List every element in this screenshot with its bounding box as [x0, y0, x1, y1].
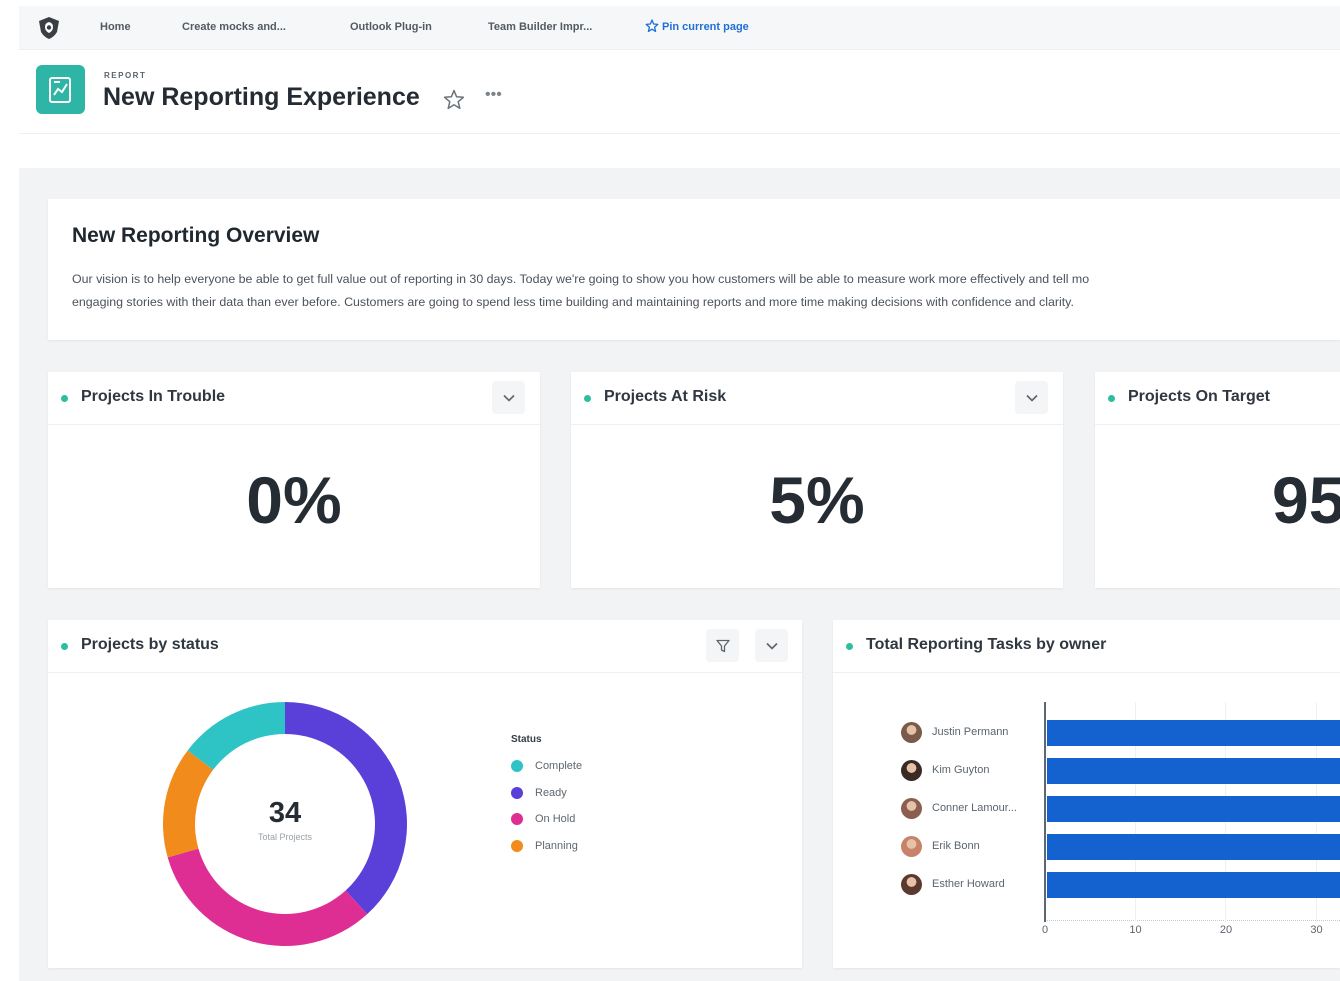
status-dot [846, 643, 853, 650]
app-logo-icon[interactable] [36, 15, 62, 41]
app-window: Home Create mocks and... Outlook Plug-in… [19, 6, 1340, 981]
pin-label: Pin current page [662, 21, 749, 33]
legend-swatch [511, 813, 523, 825]
legend-swatch [511, 839, 523, 852]
nav-tab-team-builder[interactable]: Team Builder Impr... [488, 6, 592, 49]
donut-slice-on-hold[interactable] [167, 848, 368, 946]
avatar [901, 874, 922, 895]
card-header: Projects At Risk [571, 372, 1063, 425]
legend-title: Status [511, 734, 542, 745]
card-header: Projects In Trouble [48, 372, 540, 425]
favorite-star-icon[interactable] [442, 88, 466, 112]
card-header: Projects On Target [1095, 372, 1340, 425]
overview-card: New Reporting Overview Our vision is to … [48, 199, 1340, 340]
card-header: Total Reporting Tasks by owner [833, 620, 1340, 673]
page-header: REPORT New Reporting Experience ••• [19, 50, 1340, 134]
dashboard-content: New Reporting Overview Our vision is to … [19, 168, 1340, 981]
owner-name: Justin Permann [932, 726, 1009, 738]
owner-row: Justin Permann [901, 722, 1051, 746]
bar[interactable] [1047, 796, 1340, 822]
pin-icon [645, 19, 659, 33]
status-dot [61, 395, 68, 402]
legend-item-complete[interactable]: Complete [511, 759, 582, 786]
kpi-value: 5% [769, 463, 865, 537]
status-dot [1108, 395, 1115, 402]
card-title: Projects In Trouble [81, 388, 226, 405]
overview-description: Our vision is to help everyone be able t… [72, 268, 1340, 314]
kpi-card-on-target: Projects On Target 95 [1095, 372, 1340, 588]
owner-row: Erik Bonn [901, 836, 1051, 860]
avatar [901, 722, 922, 743]
legend-label: Planning [535, 839, 578, 852]
owner-row: Esther Howard [901, 874, 1051, 898]
status-dot [61, 643, 68, 650]
owner-row: Conner Lamour... [901, 798, 1051, 822]
donut-slice-complete[interactable] [187, 702, 285, 770]
page-type-label: REPORT [104, 71, 147, 80]
kpi-value: 0% [246, 463, 342, 537]
x-tick-label: 20 [1219, 924, 1233, 936]
overview-line-1: Our vision is to help everyone be able t… [72, 272, 1090, 286]
overview-line-2: engaging stories with their data than ev… [72, 295, 1074, 309]
avatar [901, 836, 922, 857]
chevron-down-icon [1025, 394, 1038, 402]
x-tick-label: 0 [1041, 924, 1049, 936]
donut-chart: 34 Total Projects [163, 702, 407, 946]
legend-label: Ready [535, 786, 567, 799]
legend-item-on-hold[interactable]: On Hold [511, 812, 582, 839]
kpi-card-in-trouble: Projects In Trouble 0% [48, 372, 540, 588]
bar[interactable] [1047, 872, 1340, 898]
overview-title: New Reporting Overview [72, 224, 320, 247]
nav-tab-outlook-plugin[interactable]: Outlook Plug-in [350, 6, 432, 49]
chevron-down-icon [502, 394, 515, 402]
nav-tab-home[interactable]: Home [100, 6, 131, 49]
report-icon [36, 65, 85, 114]
page-title: New Reporting Experience [103, 83, 420, 111]
chevron-down-icon [765, 642, 778, 650]
legend-item-ready[interactable]: Ready [511, 786, 582, 813]
card-title: Projects At Risk [604, 388, 727, 405]
owner-name: Conner Lamour... [932, 802, 1017, 814]
top-nav: Home Create mocks and... Outlook Plug-in… [19, 6, 1340, 50]
x-tick-label: 10 [1129, 924, 1142, 936]
filter-button[interactable] [706, 629, 739, 662]
card-menu-button[interactable] [1015, 381, 1048, 414]
nav-tab-create-mocks[interactable]: Create mocks and... [182, 6, 286, 49]
donut-total-label: Total Projects [257, 832, 313, 842]
card-header: Projects by status [48, 620, 802, 673]
x-axis-line [1044, 920, 1340, 921]
card-menu-button[interactable] [492, 381, 525, 414]
card-title: Projects by status [81, 636, 219, 653]
donut-center: 34 Total Projects [163, 797, 407, 842]
kpi-value: 95 [1272, 463, 1340, 537]
status-legend: Status Complete Ready On Hold Planning [511, 734, 582, 865]
donut-total-value: 34 [268, 797, 302, 829]
avatar [901, 798, 922, 819]
card-title: Total Reporting Tasks by owner [866, 636, 1107, 653]
pin-current-page-link[interactable]: Pin current page [645, 6, 749, 49]
tasks-by-owner-card: Total Reporting Tasks by owner 0 10 20 30 Ju… [833, 620, 1340, 968]
bar[interactable] [1047, 758, 1340, 784]
more-options-button[interactable]: ••• [485, 86, 502, 104]
projects-by-status-card: Projects by status 34 Total Projects Sta… [48, 620, 802, 968]
bar[interactable] [1047, 720, 1340, 746]
card-menu-button[interactable] [755, 629, 788, 662]
card-title: Projects On Target [1128, 388, 1270, 405]
legend-items: Complete Ready On Hold Planning [511, 759, 582, 865]
bar[interactable] [1047, 834, 1340, 860]
owner-name: Kim Guyton [932, 764, 990, 776]
legend-swatch [511, 760, 523, 772]
legend-swatch [511, 786, 523, 799]
kpi-card-at-risk: Projects At Risk 5% [571, 372, 1063, 588]
status-dot [584, 395, 591, 402]
owner-name: Esther Howard [932, 878, 1005, 890]
owner-name: Erik Bonn [932, 840, 980, 852]
owner-row: Kim Guyton [901, 760, 1051, 784]
legend-label: On Hold [535, 813, 576, 825]
avatar [901, 760, 922, 781]
filter-icon [715, 639, 730, 652]
legend-label: Complete [535, 760, 583, 772]
legend-item-planning[interactable]: Planning [511, 839, 582, 866]
x-tick-label: 30 [1310, 924, 1323, 936]
